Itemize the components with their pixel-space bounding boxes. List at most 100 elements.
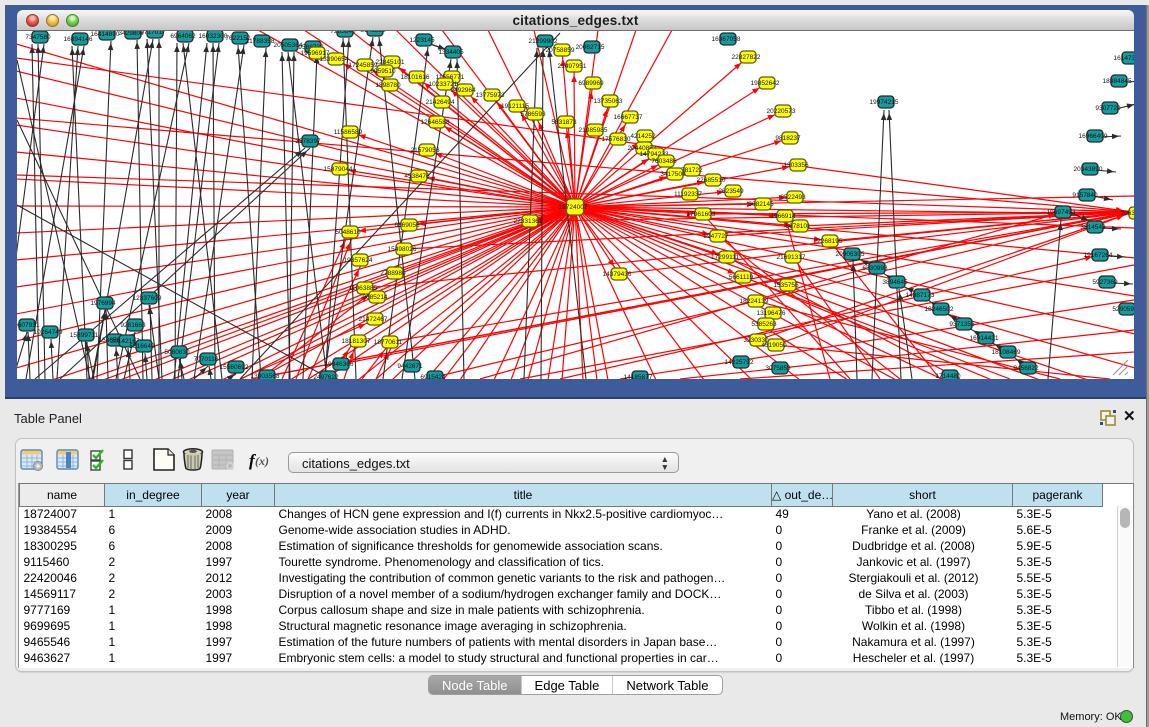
svg-text:3578397: 3578397 (295, 138, 321, 145)
svg-text:22268195: 22268195 (814, 238, 843, 245)
svg-text:8947727: 8947727 (703, 233, 729, 240)
svg-text:5831873: 5831873 (551, 119, 577, 126)
svg-text:21085985: 21085985 (579, 127, 608, 134)
svg-text:5927369: 5927369 (1092, 279, 1118, 286)
svg-text:14887173: 14887173 (906, 292, 935, 299)
svg-text:20343890: 20343890 (1074, 166, 1103, 173)
svg-text:1966914: 1966914 (770, 213, 796, 220)
svg-text:18724007: 18724007 (559, 204, 588, 211)
svg-text:7070116: 7070116 (194, 356, 219, 363)
svg-text:18884845: 18884845 (1103, 78, 1132, 85)
svg-text:9685214: 9685214 (362, 294, 388, 301)
svg-text:9442671: 9442671 (397, 363, 423, 370)
svg-text:5385263: 5385263 (751, 321, 777, 328)
svg-text:1714480: 1714480 (935, 373, 961, 379)
svg-text:1976994: 1976994 (90, 300, 116, 307)
svg-text:22685510: 22685510 (697, 177, 726, 184)
svg-text:6964062: 6964062 (170, 33, 196, 40)
svg-text:15899711: 15899711 (70, 332, 99, 339)
svg-text:18246502: 18246502 (925, 306, 954, 313)
svg-text:5786593: 5786593 (520, 111, 546, 118)
svg-text:22827822: 22827822 (732, 54, 761, 61)
svg-text:21691317: 21691317 (777, 254, 806, 261)
svg-text:3894645: 3894645 (882, 279, 908, 286)
svg-text:14185877: 14185877 (624, 374, 653, 379)
svg-text:12337609: 12337609 (133, 295, 162, 302)
svg-text:19167264: 19167264 (1084, 252, 1113, 259)
svg-text:2788980: 2788980 (380, 270, 406, 277)
svg-text:(x): (x) (255, 454, 269, 468)
svg-text:18181307: 18181307 (342, 338, 371, 345)
svg-text:1898780: 1898780 (375, 82, 401, 89)
svg-text:1303356: 1303356 (783, 162, 809, 169)
svg-text:16966409: 16966409 (1079, 133, 1108, 140)
svg-text:5290596: 5290596 (1112, 306, 1134, 313)
svg-text:14379436: 14379436 (603, 271, 632, 278)
svg-text:6678101: 6678101 (785, 223, 811, 230)
svg-text:3082145: 3082145 (748, 201, 774, 208)
svg-text:17299111: 17299111 (711, 254, 739, 261)
svg-text:7347580: 7347580 (25, 34, 51, 41)
svg-text:11192337: 11192337 (674, 191, 702, 198)
svg-text:1334405: 1334405 (438, 49, 464, 56)
svg-text:16367058: 16367058 (712, 36, 741, 43)
svg-text:15498026: 15498026 (388, 246, 417, 253)
svg-text:8141822: 8141822 (360, 31, 386, 34)
svg-text:16414890: 16414890 (91, 31, 120, 38)
svg-text:9492964: 9492964 (450, 87, 476, 94)
svg-text:13775973: 13775973 (476, 92, 505, 99)
svg-text:20906305: 20906305 (836, 251, 865, 258)
svg-text:14225792: 14225792 (725, 359, 754, 366)
svg-text:3075859: 3075859 (765, 365, 791, 372)
svg-text:18108469: 18108469 (992, 349, 1021, 356)
svg-text:18770611: 18770611 (374, 339, 403, 346)
svg-text:16032300: 16032300 (199, 33, 228, 40)
svg-text:2497622: 2497622 (313, 374, 339, 379)
svg-text:8522493: 8522493 (780, 194, 806, 201)
svg-text:5516649: 5516649 (129, 343, 155, 350)
svg-text:20607931: 20607931 (17, 322, 40, 329)
svg-text:6989969: 6989969 (578, 80, 604, 87)
svg-text:12646588: 12646588 (421, 119, 450, 126)
svg-text:5048610: 5048610 (335, 229, 361, 236)
svg-text:4319050: 4319050 (761, 342, 787, 349)
svg-text:6330993: 6330993 (862, 265, 888, 272)
svg-text:16914431: 16914431 (970, 335, 999, 342)
svg-text:13735063: 13735063 (594, 98, 623, 105)
svg-text:20062715: 20062715 (576, 44, 605, 51)
svg-text:7283840: 7283840 (330, 31, 356, 35)
svg-text:9717017: 9717017 (140, 31, 166, 36)
svg-text:9059510: 9059510 (370, 68, 396, 75)
svg-text:13003568: 13003568 (251, 373, 280, 379)
svg-text:18224139: 18224139 (740, 298, 769, 305)
svg-text:21299902: 21299902 (529, 38, 558, 45)
svg-text:5080830: 5080830 (164, 349, 190, 356)
svg-text:4214252: 4214252 (630, 133, 656, 140)
svg-text:19697493: 19697493 (1047, 209, 1076, 216)
svg-text:16147385: 16147385 (1114, 55, 1134, 62)
svg-text:19357624: 19357624 (344, 257, 373, 264)
svg-text:9371355: 9371355 (949, 321, 975, 328)
svg-text:21472467: 21472467 (359, 316, 388, 323)
svg-text:18101616: 18101616 (401, 74, 430, 81)
svg-text:21788358: 21788358 (246, 38, 275, 45)
svg-text:9456822: 9456822 (1013, 365, 1039, 372)
svg-text:11586589: 11586589 (334, 129, 363, 136)
svg-text:3814543: 3814543 (1080, 224, 1106, 231)
svg-text:15560692: 15560692 (220, 364, 249, 371)
svg-text:21579056: 21579056 (411, 147, 440, 154)
svg-text:13196476: 13196476 (757, 310, 786, 317)
svg-text:9307729: 9307729 (1095, 105, 1121, 112)
svg-text:17576830: 17576830 (602, 136, 631, 143)
svg-text:4538476: 4538476 (404, 173, 430, 180)
svg-text:3417500: 3417500 (660, 171, 686, 178)
svg-text:2623549: 2623549 (718, 188, 744, 195)
svg-text:19946366: 19946366 (325, 361, 354, 368)
svg-text:1223145: 1223145 (409, 37, 435, 44)
svg-text:10264749: 10264749 (34, 329, 63, 336)
svg-text:17061603: 17061603 (687, 211, 716, 218)
svg-text:20632359: 20632359 (1121, 210, 1134, 217)
svg-text:15879044: 15879044 (324, 166, 353, 173)
svg-text:6869056: 6869056 (394, 222, 420, 229)
svg-text:19974215: 19974215 (870, 99, 899, 106)
